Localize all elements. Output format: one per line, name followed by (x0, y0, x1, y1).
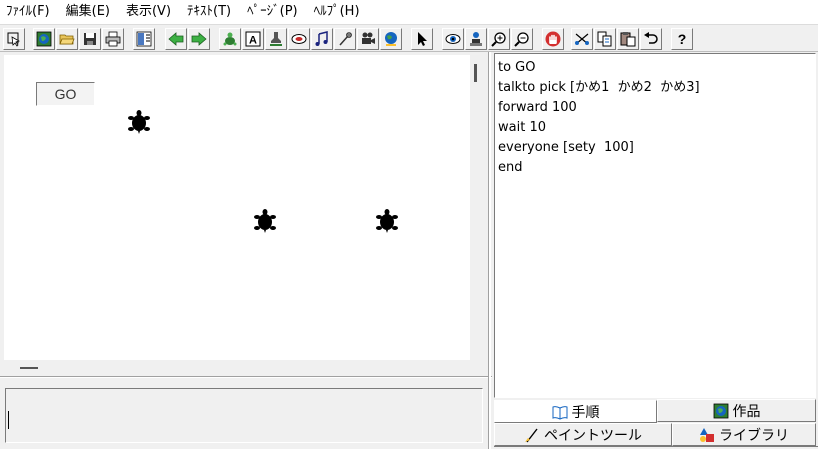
turtle-sprite[interactable] (128, 109, 150, 135)
microphone-icon (339, 32, 352, 46)
copy-icon (597, 31, 612, 47)
book-icon (552, 405, 567, 420)
shapes-icon (700, 427, 714, 442)
tab-procedures-label: 手順 (571, 404, 600, 421)
stamp-person-icon (470, 32, 482, 46)
previous-page-button[interactable] (165, 28, 187, 50)
menu-bar: ﾌｧｲﾙ(F) 編集(E) 表示(V) ﾃｷｽﾄ(T) ﾍﾟｰｼﾞ(P) ﾍﾙﾌ… (0, 0, 818, 24)
new-turtle-button[interactable] (219, 28, 241, 50)
canvas-vertical-scroll-thumb[interactable] (474, 64, 477, 82)
code-line: talkto pick [かめ1 かめ2 かめ3] (498, 80, 700, 95)
toolbar: A ? (0, 24, 818, 52)
code-line: everyone [sety 100] (498, 140, 634, 155)
print-button[interactable] (102, 28, 124, 50)
menu-page[interactable]: ﾍﾟｰｼﾞ(P) (247, 0, 297, 24)
stamp-icon (270, 32, 282, 46)
next-page-button[interactable] (188, 28, 210, 50)
code-line: wait 10 (498, 120, 546, 135)
video-button[interactable] (357, 28, 379, 50)
eye-icon (445, 34, 461, 44)
svg-text:?: ? (678, 31, 687, 47)
scissors-icon (575, 33, 589, 45)
select-arrow-icon (7, 32, 20, 47)
command-center-divider[interactable] (0, 376, 492, 378)
save-disk-icon (84, 33, 96, 45)
zoom-in-button[interactable] (488, 28, 510, 50)
text-caret (8, 411, 9, 429)
canvas-horizontal-scroll-thumb[interactable] (20, 367, 38, 369)
microworlds-window: ﾌｧｲﾙ(F) 編集(E) 表示(V) ﾃｷｽﾄ(T) ﾍﾟｰｼﾞ(P) ﾍﾙﾌ… (0, 0, 818, 449)
paste-button[interactable] (617, 28, 639, 50)
tab-paint-tools-label: ペイントツール (544, 427, 642, 444)
open-folder-icon (59, 34, 75, 45)
web-button[interactable] (380, 28, 402, 50)
help-question-icon: ? (678, 31, 687, 47)
zoom-out-button[interactable] (511, 28, 533, 50)
stamp-button[interactable] (265, 28, 287, 50)
button-shape-icon (291, 34, 307, 44)
cut-button[interactable] (571, 28, 593, 50)
music-button[interactable] (311, 28, 333, 50)
menu-help[interactable]: ﾍﾙﾌﾟ(H) (314, 0, 360, 24)
menu-edit[interactable]: 編集(E) (66, 0, 110, 24)
pointer-button[interactable] (411, 28, 433, 50)
menu-file[interactable]: ﾌｧｲﾙ(F) (6, 0, 50, 24)
menu-view[interactable]: 表示(V) (126, 0, 171, 24)
stop-hand-icon (545, 31, 561, 47)
new-project-button[interactable] (33, 28, 55, 50)
video-camera-icon (362, 32, 375, 44)
printer-icon (105, 31, 121, 47)
code-line: to GO (498, 60, 536, 75)
select-tool-button[interactable] (3, 28, 25, 50)
tab-strip-edge (494, 446, 818, 447)
open-button[interactable] (56, 28, 78, 50)
tab-library-label: ライブラリ (719, 427, 789, 444)
command-center-input[interactable] (5, 388, 483, 443)
code-line: forward 100 (498, 100, 577, 115)
undo-button[interactable] (640, 28, 662, 50)
earth-icon (385, 32, 397, 46)
new-text-box-button[interactable]: A (242, 28, 264, 50)
paste-clipboard-icon (620, 32, 636, 47)
arrow-left-icon (168, 32, 184, 46)
help-button[interactable]: ? (671, 28, 693, 50)
snapshot-button[interactable] (465, 28, 487, 50)
pointer-arrow-icon (418, 32, 427, 46)
zoom-out-icon (514, 32, 529, 47)
turtle-sprite[interactable] (376, 208, 398, 234)
save-button[interactable] (79, 28, 101, 50)
tab-procedures[interactable]: 手順 (494, 400, 657, 423)
turtle-sprite[interactable] (254, 208, 276, 234)
text-box-icon: A (245, 31, 261, 47)
tab-paint-tools[interactable]: ペイントツール (494, 423, 672, 446)
pane-splitter[interactable] (488, 52, 491, 449)
layout-button[interactable] (133, 28, 155, 50)
turtle-icon (223, 32, 237, 46)
new-button-tool[interactable] (288, 28, 310, 50)
globe-icon (36, 31, 52, 47)
music-note-icon (315, 31, 328, 46)
tab-library[interactable]: ライブラリ (672, 423, 816, 446)
go-button[interactable]: GO (36, 82, 95, 106)
menu-text[interactable]: ﾃｷｽﾄ(T) (187, 0, 231, 24)
paint-brush-icon (525, 428, 538, 442)
procedures-editor[interactable]: to GO talkto pick [かめ1 かめ2 かめ3] forward … (494, 53, 816, 398)
zoom-in-icon (491, 32, 506, 47)
tab-projects[interactable]: 作品 (657, 399, 816, 422)
svg-text:A: A (249, 35, 257, 47)
stop-button[interactable] (542, 28, 564, 50)
eye-button[interactable] (442, 28, 464, 50)
code-line: end (498, 160, 523, 175)
tab-projects-label: 作品 (732, 403, 761, 420)
copy-button[interactable] (594, 28, 616, 50)
sound-button[interactable] (334, 28, 356, 50)
undo-arrow-icon (644, 32, 658, 44)
arrow-right-icon (191, 32, 207, 46)
globe-icon (713, 403, 728, 418)
layout-icon (136, 31, 152, 47)
